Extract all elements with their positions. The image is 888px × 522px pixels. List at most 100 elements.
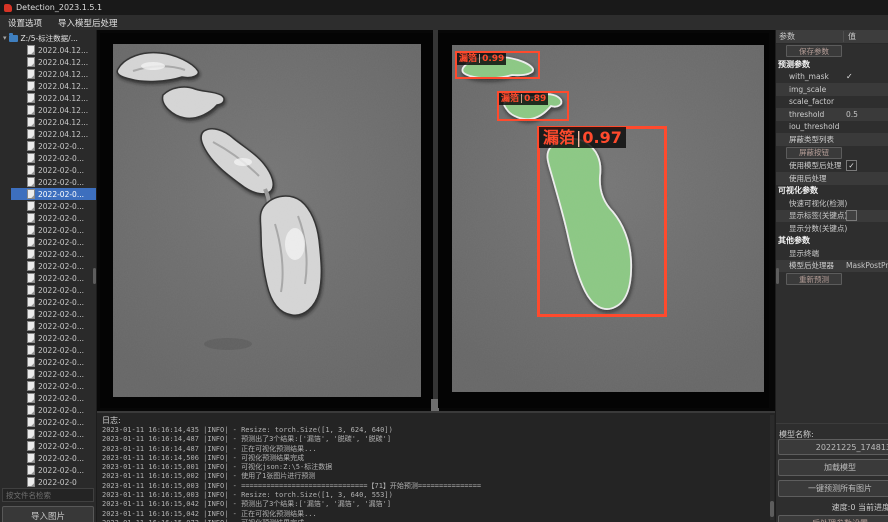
- param-label: 使用模型后处理: [776, 160, 842, 171]
- tree-item[interactable]: 2022-02-0...: [11, 452, 97, 464]
- param-value: 0.5: [846, 110, 858, 119]
- param-row[interactable]: 显示分数(关键点): [776, 222, 888, 235]
- tree-item[interactable]: 2022-02-0...: [11, 284, 97, 296]
- tree-item[interactable]: 2022.04.12...: [11, 116, 97, 128]
- file-icon: [27, 93, 35, 103]
- param-row[interactable]: 使用后处理: [776, 172, 888, 185]
- tree-item-label: 2022-02-0...: [38, 238, 84, 247]
- tree-item[interactable]: 2022-02-0...: [11, 200, 97, 212]
- param-row[interactable]: img_scale: [776, 83, 888, 96]
- re-predict-button[interactable]: 重新预测: [786, 273, 842, 285]
- menu-item[interactable]: 导入模型后处理: [50, 15, 126, 30]
- tree-item[interactable]: 2022-02-0...: [11, 164, 97, 176]
- tree-item[interactable]: 2022-02-0...: [11, 188, 97, 200]
- tree-item[interactable]: 2022.04.12...: [11, 56, 97, 68]
- param-row[interactable]: 快速可视化(检测): [776, 197, 888, 210]
- filename-search-input[interactable]: [2, 488, 94, 502]
- param-row[interactable]: threshold0.5: [776, 108, 888, 121]
- tree-item[interactable]: 2022.04.12...: [11, 92, 97, 104]
- tree-item[interactable]: 2022-02-0...: [11, 428, 97, 440]
- model-name-button[interactable]: 20221225_174813: [778, 439, 888, 455]
- tree-item[interactable]: 2022-02-0...: [11, 260, 97, 272]
- tree-item-label: 2022-02-0...: [38, 466, 84, 475]
- tree-item-label: 2022-02-0...: [38, 370, 84, 379]
- param-row[interactable]: 显示终端: [776, 247, 888, 260]
- tree-item[interactable]: 2022-02-0...: [11, 224, 97, 236]
- detections-overlay: 漏箔|0.99漏箔|0.89漏箔|0.97: [452, 45, 764, 392]
- tree-item-label: 2022-02-0...: [38, 358, 84, 367]
- predict-all-button[interactable]: 一键预测所有图片: [778, 480, 888, 497]
- original-defects-graphic: [113, 44, 421, 397]
- original-image[interactable]: [113, 44, 421, 397]
- load-model-button[interactable]: 加载模型: [778, 459, 888, 476]
- tree-item[interactable]: 2022-02-0...: [11, 152, 97, 164]
- tree-item[interactable]: 2022.04.12...: [11, 80, 97, 92]
- file-icon: [27, 369, 35, 379]
- scrollbar-handle[interactable]: [776, 268, 779, 284]
- tree-item[interactable]: 2022-02-0...: [11, 272, 97, 284]
- param-row[interactable]: with_mask✓: [776, 71, 888, 84]
- tree-item[interactable]: 2022-02-0...: [11, 176, 97, 188]
- prediction-image[interactable]: 漏箔|0.99漏箔|0.89漏箔|0.97: [452, 45, 764, 392]
- tree-item[interactable]: 2022-02-0: [11, 476, 97, 488]
- param-row[interactable]: 模型后处理器 MaskPostPro: [776, 260, 888, 273]
- tree-item[interactable]: 2022-02-0...: [11, 296, 97, 308]
- tree-item[interactable]: 2022-02-0...: [11, 404, 97, 416]
- tree-item[interactable]: 2022.04.12...: [11, 68, 97, 80]
- tree-item[interactable]: 2022-02-0...: [11, 248, 97, 260]
- right-image-panel: 漏箔|0.99漏箔|0.89漏箔|0.97: [438, 33, 769, 408]
- sidebar-scrollbar[interactable]: [93, 30, 96, 485]
- tree-item[interactable]: 2022.04.12...: [11, 104, 97, 116]
- param-label: 显示终端: [776, 248, 819, 259]
- tree-item-label: 2022-02-0...: [38, 334, 84, 343]
- tree-item-label: 2022-02-0...: [38, 286, 84, 295]
- checkbox-empty-icon[interactable]: [846, 210, 857, 221]
- import-images-button[interactable]: 导入图片: [2, 506, 94, 522]
- param-row[interactable]: iou_threshold: [776, 121, 888, 134]
- tree-item[interactable]: 2022-02-0...: [11, 236, 97, 248]
- menu-item[interactable]: 设置选项: [0, 15, 50, 30]
- tree-item[interactable]: 2022-02-0...: [11, 440, 97, 452]
- tree-item[interactable]: 2022-02-0...: [11, 392, 97, 404]
- postprocess-settings-button[interactable]: 后处理参数设置: [778, 515, 888, 522]
- tree-item[interactable]: 2022-02-0...: [11, 380, 97, 392]
- log-scrollbar[interactable]: [770, 415, 774, 520]
- param-row[interactable]: 屏蔽类型列表: [776, 133, 888, 146]
- tree-item-label: 2022-02-0...: [38, 394, 84, 403]
- tree-item[interactable]: 2022-02-0...: [11, 140, 97, 152]
- mask-types-button[interactable]: 屏蔽按钮: [786, 147, 842, 159]
- detection-label: 漏箔|0.89: [499, 93, 548, 105]
- tree-item[interactable]: 2022-02-0...: [11, 332, 97, 344]
- params-scrollbar[interactable]: [776, 30, 779, 420]
- detection-score: 0.97: [582, 128, 621, 147]
- log-lines[interactable]: 2023-01-11 16:16:14,435 |INFO| - Resize:…: [102, 426, 481, 522]
- param-label: img_scale: [776, 85, 826, 94]
- checkbox-checked-icon[interactable]: ✓: [846, 160, 857, 171]
- tree-item[interactable]: 2022-02-0...: [11, 356, 97, 368]
- app-window: Detection_2023.1.5.1 设置选项导入模型后处理 ▾ Z:/5-…: [0, 0, 888, 522]
- tree-item[interactable]: 2022.04.12...: [11, 128, 97, 140]
- param-row[interactable]: scale_factor: [776, 96, 888, 109]
- log-title: 日志:: [102, 415, 121, 426]
- tree-root-folder[interactable]: ▾ Z:/5-标注数据/...: [0, 32, 78, 44]
- expand-arrow-icon[interactable]: ▾: [3, 34, 7, 42]
- divider: [776, 423, 888, 424]
- tree-item[interactable]: 2022-02-0...: [11, 212, 97, 224]
- tree-item-label: 2022-02-0...: [38, 202, 84, 211]
- tree-item[interactable]: 2022-02-0...: [11, 320, 97, 332]
- tree-item[interactable]: 2022-02-0...: [11, 308, 97, 320]
- tree-item[interactable]: 2022-02-0...: [11, 368, 97, 380]
- tree-item[interactable]: 2022-02-0...: [11, 464, 97, 476]
- scrollbar-handle[interactable]: [93, 268, 96, 284]
- param-label: 模型后处理器: [776, 260, 834, 271]
- param-row[interactable]: 使用模型后处理 ✓: [776, 160, 888, 173]
- param-label: 使用后处理: [776, 173, 827, 184]
- tree-item-label: 2022-02-0...: [38, 406, 84, 415]
- tree-item[interactable]: 2022-02-0...: [11, 416, 97, 428]
- param-value: MaskPostPro: [846, 261, 888, 270]
- tree-item[interactable]: 2022-02-0...: [11, 344, 97, 356]
- scrollbar-handle[interactable]: [770, 501, 774, 517]
- tree-item[interactable]: 2022.04.12...: [11, 44, 97, 56]
- param-row[interactable]: 显示标签(关键点): [776, 210, 888, 223]
- save-params-button[interactable]: 保存参数: [786, 45, 842, 57]
